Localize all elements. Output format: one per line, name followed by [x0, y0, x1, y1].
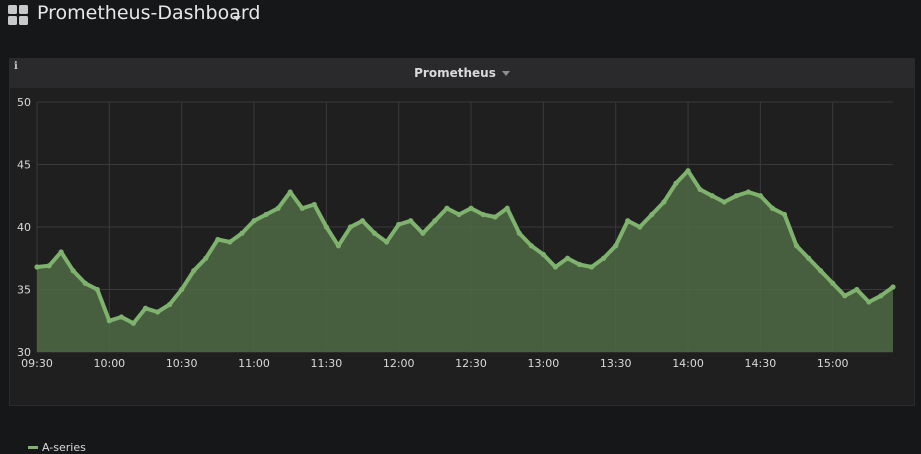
- data-point: [721, 199, 727, 205]
- data-point: [58, 249, 64, 255]
- data-point: [709, 193, 715, 199]
- data-point: [637, 224, 643, 230]
- data-point: [878, 293, 884, 299]
- graph-canvas[interactable]: 303540455009:30 10:00 10:30 11:00 11:30 12:00…: [10, 59, 914, 405]
- data-point: [890, 284, 896, 290]
- data-point: [552, 264, 559, 270]
- x-tick-label: 13:30: [600, 357, 632, 370]
- data-point: [82, 280, 88, 286]
- data-point: [830, 280, 836, 286]
- data-point: [685, 168, 691, 174]
- data-point: [866, 299, 872, 305]
- data-point: [697, 186, 703, 193]
- data-point: [625, 218, 631, 224]
- data-point: [757, 193, 763, 199]
- data-point: [106, 318, 112, 324]
- data-point: [263, 211, 269, 218]
- data-point: [191, 268, 197, 274]
- y-tick-label: 45: [17, 159, 31, 172]
- data-point: [154, 309, 161, 315]
- data-point: [396, 221, 402, 228]
- x-tick-label: 12:00: [383, 357, 415, 370]
- dashboard-title[interactable]: Prometheus-Dashboard: [37, 2, 260, 24]
- data-point: [287, 189, 293, 195]
- legend-swatch: [28, 446, 38, 449]
- x-tick-label: 14:30: [745, 357, 777, 370]
- data-point: [34, 264, 40, 270]
- data-point: [215, 236, 221, 243]
- data-point: [854, 286, 860, 293]
- data-point: [94, 286, 100, 293]
- data-point: [311, 201, 317, 208]
- data-point: [70, 268, 76, 274]
- data-point: [528, 243, 534, 249]
- dashboard-grid-icon[interactable]: [8, 5, 28, 25]
- x-tick-label: 13:00: [528, 357, 560, 370]
- data-point: [649, 211, 655, 218]
- data-point: [576, 261, 583, 268]
- data-point: [371, 230, 378, 236]
- x-tick-label: 15:00: [817, 357, 849, 370]
- data-point: [299, 205, 305, 211]
- data-point: [540, 251, 546, 258]
- data-point: [516, 230, 522, 236]
- data-point: [130, 320, 137, 326]
- data-point: [335, 243, 342, 249]
- data-point: [323, 224, 329, 230]
- data-point: [588, 264, 595, 270]
- data-point: [613, 243, 619, 249]
- data-point: [408, 218, 414, 224]
- x-tick-label: 12:30: [455, 357, 487, 370]
- x-tick-label: 14:00: [672, 357, 704, 370]
- data-point: [818, 268, 824, 274]
- data-point: [745, 189, 751, 195]
- data-point: [661, 199, 667, 205]
- data-point: [781, 211, 788, 218]
- x-tick-label: 09:30: [21, 357, 53, 370]
- data-point: [504, 205, 510, 211]
- data-point: [275, 205, 281, 211]
- y-tick-label: 50: [17, 96, 31, 109]
- data-point: [564, 255, 571, 261]
- data-point: [456, 211, 462, 218]
- data-point: [492, 214, 498, 220]
- data-point: [167, 301, 173, 308]
- data-point: [673, 180, 679, 186]
- data-point: [420, 230, 426, 236]
- data-point: [480, 211, 486, 218]
- chevron-down-icon[interactable]: [233, 16, 241, 21]
- data-point: [842, 293, 848, 299]
- legend-series-label[interactable]: A-series: [42, 441, 86, 454]
- data-point: [769, 205, 776, 211]
- data-point: [227, 239, 233, 245]
- data-point: [142, 305, 149, 311]
- y-tick-label: 40: [17, 221, 31, 234]
- data-point: [359, 218, 366, 224]
- data-point: [46, 263, 52, 269]
- top-bar: Prometheus-Dashboard: [0, 0, 921, 34]
- data-point: [118, 314, 124, 320]
- data-point: [179, 286, 185, 293]
- data-point: [432, 218, 438, 224]
- data-point: [251, 218, 257, 224]
- data-point: [239, 230, 245, 236]
- graph-panel: i Prometheus 30 35 40 45 50 09:30 10:00 10:30 11…: [9, 58, 915, 454]
- x-tick-label: 11:00: [238, 357, 270, 370]
- data-point: [793, 243, 800, 249]
- x-tick-label: 11:30: [311, 357, 343, 370]
- data-point: [468, 205, 474, 211]
- data-point: [203, 255, 209, 261]
- data-point: [347, 224, 354, 230]
- legend: A-series: [28, 441, 86, 454]
- x-tick-label: 10:30: [166, 357, 198, 370]
- x-tick-label: 10:00: [93, 357, 125, 370]
- data-point: [601, 255, 607, 261]
- y-tick-label: 35: [17, 284, 31, 297]
- data-point: [806, 255, 812, 261]
- data-point: [444, 205, 450, 211]
- data-point: [384, 239, 390, 245]
- data-point: [733, 193, 739, 199]
